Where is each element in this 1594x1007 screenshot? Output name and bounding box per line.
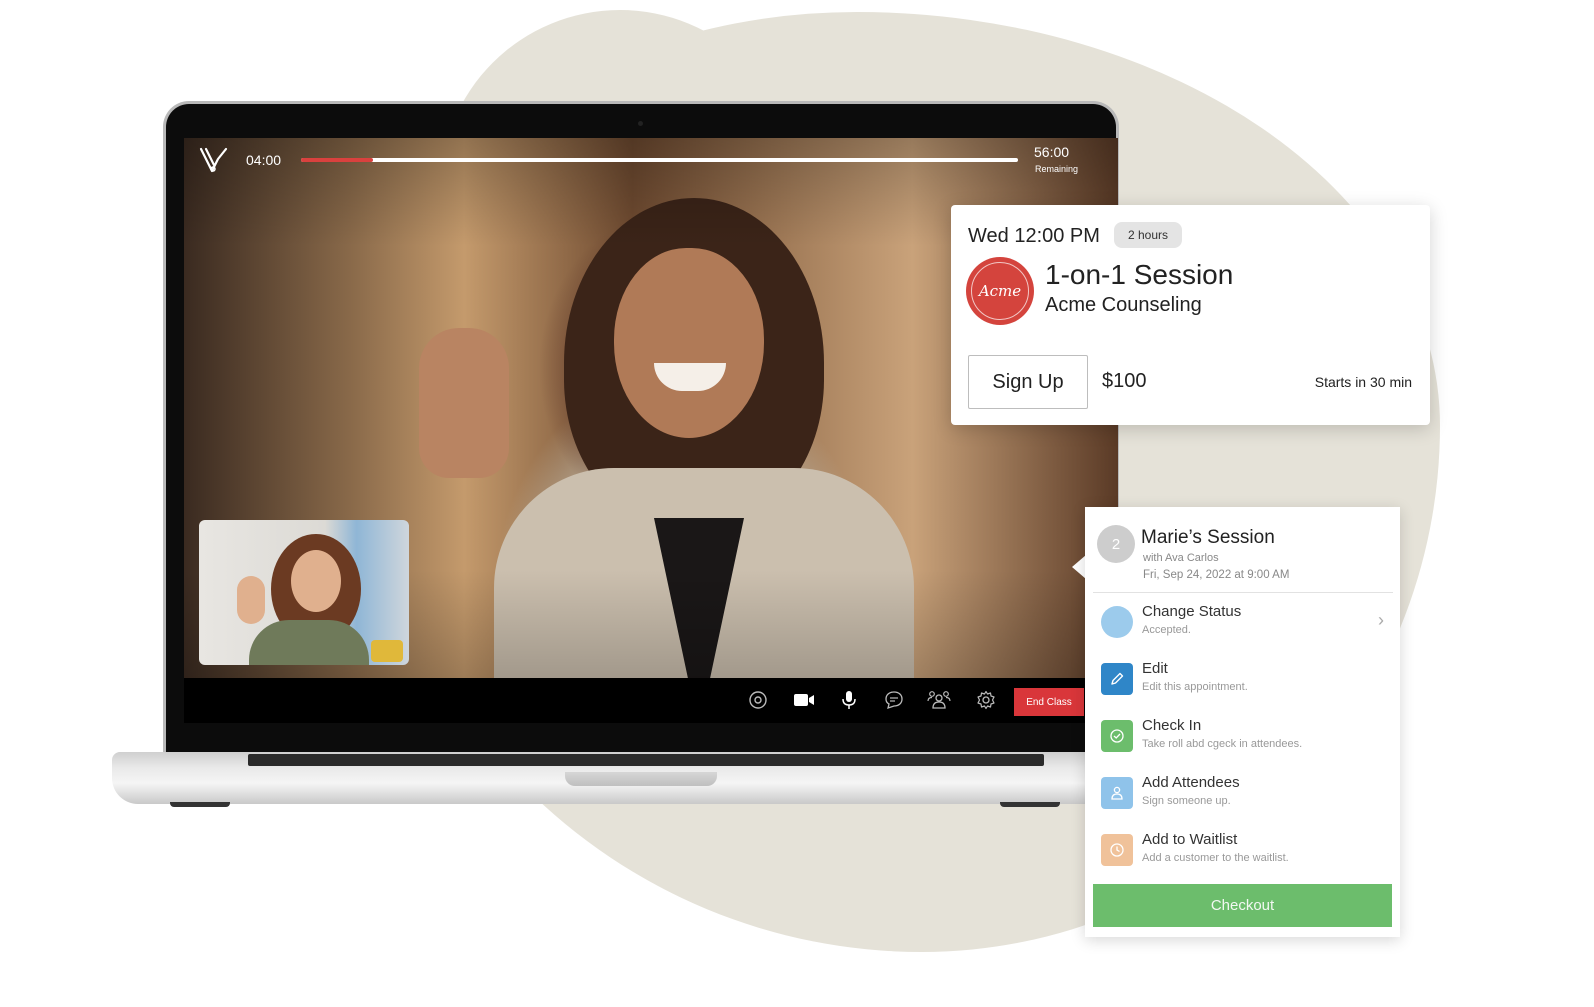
clock-icon [1101,834,1133,866]
laptop-foot-left [170,802,230,807]
laptop-camera [638,121,643,126]
acme-logo-text: Acme [971,262,1029,320]
gear-icon [977,690,995,710]
session-price: $100 [1102,370,1147,392]
player-topbar: 04:00 56:00 Remaining [184,138,1118,182]
action-change-status[interactable]: Change Status Accepted. › [1085,602,1400,654]
appointment-with: with Ava Carlos [1143,552,1219,564]
acme-logo: Acme [966,257,1034,325]
action-label: Check In [1142,717,1202,734]
popover-arrow [1072,555,1086,579]
end-class-button[interactable]: End Class [1014,688,1084,716]
session-card: Wed 12:00 PM 2 hours Acme 1-on-1 Session… [951,205,1430,425]
self-view-video[interactable] [199,520,409,665]
action-label: Edit [1142,660,1168,677]
self-view-face [291,550,341,612]
self-view-hand [237,576,265,624]
person-icon [1101,777,1133,809]
action-description: Sign someone up. [1142,795,1231,807]
action-description: Accepted. [1142,624,1191,636]
elapsed-time: 04:00 [246,152,282,168]
record-icon [749,691,767,709]
settings-button[interactable] [974,688,998,712]
action-description: Add a customer to the waitlist. [1142,852,1289,864]
self-view-cup [371,640,403,662]
sign-up-button[interactable]: Sign Up [968,355,1088,409]
appointment-title: Marie’s Session [1141,527,1275,548]
video-camera-icon [794,694,814,706]
playback-progress-bar[interactable] [301,158,1018,162]
action-edit[interactable]: Edit Edit this appointment. [1085,659,1400,711]
checkout-button[interactable]: Checkout [1093,884,1392,927]
remaining-time: 56:00 [1034,144,1070,160]
chat-button[interactable] [882,688,906,712]
session-time: Wed 12:00 PM [968,225,1100,247]
participants-icon [927,691,951,709]
action-add-attendees[interactable]: Add Attendees Sign someone up. [1085,773,1400,825]
call-controls-bar: End Class [184,678,1118,723]
appointment-panel: 2 Marie’s Session with Ava Carlos Fri, S… [1085,507,1400,937]
laptop-keyboard [248,754,1044,766]
microphone-icon [842,691,856,709]
chat-bubble-icon [885,691,903,709]
action-label: Change Status [1142,603,1242,620]
participants-button[interactable] [927,688,951,712]
session-title: 1-on-1 Session [1045,259,1234,290]
remaining-label: Remaining [1035,164,1079,174]
session-organization: Acme Counseling [1045,294,1202,316]
laptop-foot-right [1000,802,1060,807]
appointment-number-badge: 2 [1097,525,1135,563]
duration-badge: 2 hours [1114,222,1183,248]
self-view-body [249,620,369,665]
action-description: Edit this appointment. [1142,681,1248,693]
action-description: Take roll abd cgeck in attendees. [1142,738,1303,750]
chevron-right-icon: › [1378,610,1384,630]
action-label: Add to Waitlist [1142,831,1238,848]
status-dot-icon [1101,606,1133,638]
action-label: Add Attendees [1142,774,1240,791]
divider [1093,592,1393,593]
playback-progress-fill [301,158,373,162]
action-add-to-waitlist[interactable]: Add to Waitlist Add a customer to the wa… [1085,830,1400,882]
record-button[interactable] [746,688,770,712]
laptop-lid-notch [565,772,717,786]
appointment-date: Fri, Sep 24, 2022 at 9:00 AM [1143,569,1290,581]
check-circle-icon [1101,720,1133,752]
v-logo-icon [199,147,228,173]
pencil-icon [1101,663,1133,695]
action-check-in[interactable]: Check In Take roll abd cgeck in attendee… [1085,716,1400,768]
starts-in-label: Starts in 30 min [1314,374,1412,390]
microphone-button[interactable] [837,688,861,712]
camera-button[interactable] [792,688,816,712]
